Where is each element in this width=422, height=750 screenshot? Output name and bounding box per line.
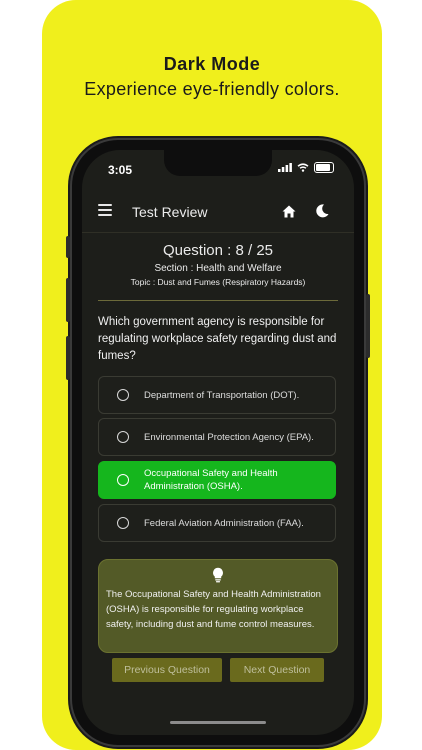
answer-option-label: Federal Aviation Administration (FAA). <box>144 517 304 529</box>
explanation-card: The Occupational Safety and Health Admin… <box>98 559 338 653</box>
status-time: 3:05 <box>108 163 133 177</box>
lightbulb-icon <box>213 567 223 583</box>
radio-icon <box>117 517 129 529</box>
app-bar: Test Review <box>82 192 354 233</box>
question-header: Question : 8 / 25 Section : Health and W… <box>82 242 354 287</box>
radio-icon <box>117 389 129 401</box>
answer-option-label: Environmental Protection Agency (EPA). <box>144 431 314 443</box>
page-title: Test Review <box>132 204 208 220</box>
answer-option[interactable]: Department of Transportation (DOT). <box>98 376 336 414</box>
home-icon[interactable] <box>282 205 296 218</box>
wifi-icon <box>297 163 309 172</box>
signal-icon <box>278 163 292 172</box>
next-question-button[interactable]: Next Question <box>230 658 324 682</box>
phone-power-button <box>366 294 370 358</box>
answer-option[interactable]: Environmental Protection Agency (EPA). <box>98 418 336 456</box>
answer-option-label: Department of Transportation (DOT). <box>144 389 300 401</box>
previous-question-button[interactable]: Previous Question <box>112 658 222 682</box>
moon-icon[interactable] <box>314 203 330 219</box>
answer-option[interactable]: Federal Aviation Administration (FAA). <box>98 504 336 542</box>
answer-option-correct[interactable]: Occupational Safety and Health Administr… <box>98 461 336 499</box>
phone-mute-switch <box>66 236 70 258</box>
app-screen: 3:05 Test Review Question: 8 / 25 Secti… <box>82 150 354 735</box>
battery-icon <box>314 162 334 173</box>
question-section: Section : Health and Welfare <box>154 263 282 274</box>
question-text: Which government agency is responsible f… <box>98 316 337 362</box>
answer-option-label: Occupational Safety and Health Administr… <box>144 468 278 492</box>
promo-headline-block: Dark Mode Experience eye-friendly colors… <box>42 54 382 100</box>
question-counter: Question : 8 / 25 <box>162 242 274 259</box>
promo-subtitle: Experience eye-friendly colors. <box>84 79 340 99</box>
radio-icon <box>117 431 129 443</box>
phone-volume-down-button <box>66 336 70 380</box>
radio-icon <box>117 474 129 486</box>
menu-icon[interactable] <box>98 204 112 219</box>
promo-headline: Dark Mode <box>163 54 261 74</box>
phone-notch <box>164 150 272 176</box>
status-icons <box>278 162 334 173</box>
phone-volume-up-button <box>66 278 70 322</box>
phone-frame: 3:05 Test Review Question: 8 / 25 Secti… <box>66 140 370 745</box>
question-topic: Topic : Dust and Fumes (Respiratory Haza… <box>130 277 306 287</box>
home-indicator[interactable] <box>170 721 266 724</box>
header-divider <box>98 300 338 301</box>
explanation-text: The Occupational Safety and Health Admin… <box>106 589 321 630</box>
